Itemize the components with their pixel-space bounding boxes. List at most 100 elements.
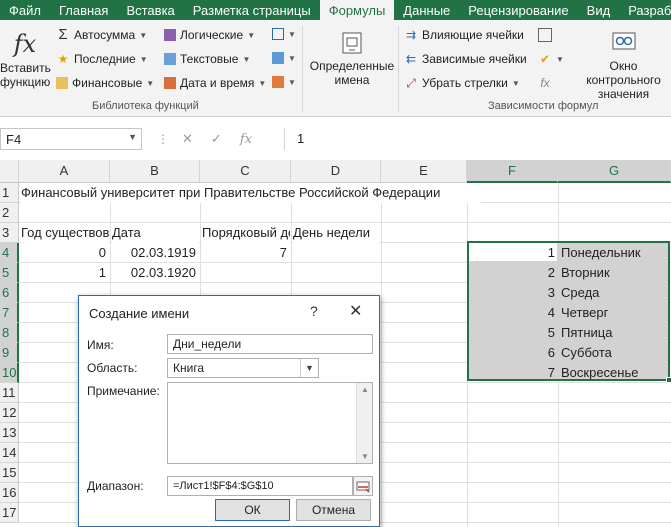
insert-function-icon[interactable]: fx — [240, 132, 252, 147]
cell-c3[interactable]: Порядковый день — [202, 223, 290, 243]
range-field[interactable]: =Лист1!$F$4:$G$10 — [167, 476, 353, 496]
tab-page-layout[interactable]: Разметка страницы — [184, 0, 320, 20]
comment-field[interactable]: ▲ ▼ — [167, 382, 373, 464]
cell-b3[interactable]: Дата — [112, 223, 199, 243]
column-header-a[interactable]: A — [19, 160, 110, 183]
row-header-11[interactable]: 11 — [0, 383, 19, 403]
cancel-button[interactable]: Отмена — [296, 499, 371, 521]
remove-arrows-label: Убрать стрелки — [422, 76, 508, 90]
datetime-button[interactable]: Дата и время ▼ — [164, 76, 266, 90]
evaluate-formula-button[interactable]: fx — [538, 76, 552, 90]
row-header-7[interactable]: 7 — [0, 303, 19, 323]
tab-view[interactable]: Вид — [578, 0, 620, 20]
cell-g8[interactable]: Пятница — [561, 323, 667, 343]
chevron-down-icon: ▼ — [139, 54, 148, 64]
tab-review[interactable]: Рецензирование — [459, 0, 577, 20]
tab-developer[interactable]: Разработчик — [619, 0, 671, 20]
formula-input[interactable]: 1 — [284, 128, 671, 150]
cell-a5[interactable]: 1 — [21, 263, 106, 283]
math-button[interactable]: ▼ — [272, 52, 296, 64]
column-header-d[interactable]: D — [291, 160, 381, 183]
row-header-6[interactable]: 6 — [0, 283, 19, 303]
row-header-17[interactable]: 17 — [0, 503, 19, 523]
row-header-5[interactable]: 5 — [0, 263, 19, 283]
column-header-b[interactable]: B — [110, 160, 200, 183]
cell-f9[interactable]: 6 — [469, 343, 555, 363]
cell-g4[interactable]: Понедельник — [561, 243, 667, 263]
name-field[interactable]: Дни_недели — [167, 334, 373, 354]
cell-g5[interactable]: Вторник — [561, 263, 667, 283]
more-functions-button[interactable]: ▼ — [272, 76, 296, 88]
row-header-14[interactable]: 14 — [0, 443, 19, 463]
column-header-c[interactable]: C — [200, 160, 291, 183]
defined-names-button[interactable]: Определенные имена — [306, 30, 398, 87]
error-checking-button[interactable]: ✔ ▼ — [538, 52, 564, 66]
cell-f5[interactable]: 2 — [469, 263, 555, 283]
row-header-10[interactable]: 10 — [0, 363, 19, 383]
financial-button[interactable]: Финансовые ▼ — [56, 76, 154, 90]
cell-f8[interactable]: 5 — [469, 323, 555, 343]
row-header-13[interactable]: 13 — [0, 423, 19, 443]
cancel-icon[interactable]: ✕ — [182, 131, 193, 147]
cell-d3[interactable]: День недели — [293, 223, 379, 243]
text-button[interactable]: Текстовые ▼ — [164, 52, 250, 66]
watch-window-button[interactable]: Окно контрольного значения — [576, 30, 671, 101]
logical-button[interactable]: Логические ▼ — [164, 28, 255, 42]
trace-precedents-button[interactable]: ⇉ Влияющие ячейки — [404, 28, 524, 42]
cell-a4[interactable]: 0 — [21, 243, 106, 263]
show-formulas-button[interactable] — [538, 28, 552, 42]
cell-a1[interactable]: Финансовый университет при Правительстве… — [21, 183, 481, 203]
cell-f4[interactable]: 1 — [469, 243, 555, 263]
remove-arrows-icon: ⤢ — [406, 76, 416, 90]
name-box[interactable]: F4 ▼ — [0, 128, 142, 150]
row-header-9[interactable]: 9 — [0, 343, 19, 363]
cell-f6[interactable]: 3 — [469, 283, 555, 303]
close-button[interactable]: ✕ — [349, 301, 362, 321]
cell-f7[interactable]: 4 — [469, 303, 555, 323]
cell-g10[interactable]: Воскресенье — [561, 363, 667, 383]
cell-a3[interactable]: Год существования — [21, 223, 109, 243]
formula-controls: ✕ ✓ fx — [170, 128, 280, 150]
scroll-down-icon[interactable]: ▼ — [361, 452, 369, 461]
recent-button[interactable]: ★ Последние ▼ — [56, 52, 148, 66]
tab-data[interactable]: Данные — [394, 0, 459, 20]
scope-select[interactable]: Книга ▼ — [167, 358, 319, 378]
autosum-button[interactable]: Σ Автосумма ▼ — [56, 27, 147, 42]
tab-insert[interactable]: Вставка — [117, 0, 183, 20]
comment-scrollbar[interactable]: ▲ ▼ — [356, 383, 372, 463]
remove-arrows-button[interactable]: ⤢ Убрать стрелки ▼ — [404, 76, 520, 90]
cell-c4[interactable]: 7 — [202, 243, 287, 263]
lookup-button[interactable]: ▼ — [272, 28, 296, 40]
cell-f10[interactable]: 7 — [469, 363, 555, 383]
select-all-corner[interactable] — [0, 160, 19, 183]
logical-book-icon — [164, 29, 176, 41]
cell-b5[interactable]: 02.03.1920 — [112, 263, 196, 283]
column-header-f[interactable]: F — [467, 160, 558, 183]
row-header-15[interactable]: 15 — [0, 463, 19, 483]
trace-dependents-button[interactable]: ⇇ Зависимые ячейки — [404, 52, 527, 66]
autosum-label: Автосумма — [74, 28, 136, 42]
scroll-up-icon[interactable]: ▲ — [361, 385, 369, 394]
tab-formulas[interactable]: Формулы — [319, 0, 395, 20]
row-header-2[interactable]: 2 — [0, 203, 19, 223]
dialog-title: Создание имени — [89, 306, 190, 321]
row-header-16[interactable]: 16 — [0, 483, 19, 503]
column-header-e[interactable]: E — [381, 160, 467, 183]
cell-b4[interactable]: 02.03.1919 — [112, 243, 196, 263]
help-button[interactable]: ? — [310, 303, 318, 319]
tab-file[interactable]: Файл — [0, 0, 50, 20]
cell-g7[interactable]: Четверг — [561, 303, 667, 323]
enter-icon[interactable]: ✓ — [211, 131, 222, 147]
tab-home[interactable]: Главная — [50, 0, 117, 20]
row-header-3[interactable]: 3 — [0, 223, 19, 243]
cell-g6[interactable]: Среда — [561, 283, 667, 303]
insert-function-button[interactable]: fx Вставить функцию — [0, 30, 51, 89]
cell-g9[interactable]: Суббота — [561, 343, 667, 363]
collapse-dialog-button[interactable] — [353, 476, 373, 496]
ok-button[interactable]: ОК — [215, 499, 290, 521]
row-header-4[interactable]: 4 — [0, 243, 19, 263]
column-header-g[interactable]: G — [558, 160, 671, 183]
row-header-8[interactable]: 8 — [0, 323, 19, 343]
row-header-1[interactable]: 1 — [0, 183, 19, 203]
row-header-12[interactable]: 12 — [0, 403, 19, 423]
